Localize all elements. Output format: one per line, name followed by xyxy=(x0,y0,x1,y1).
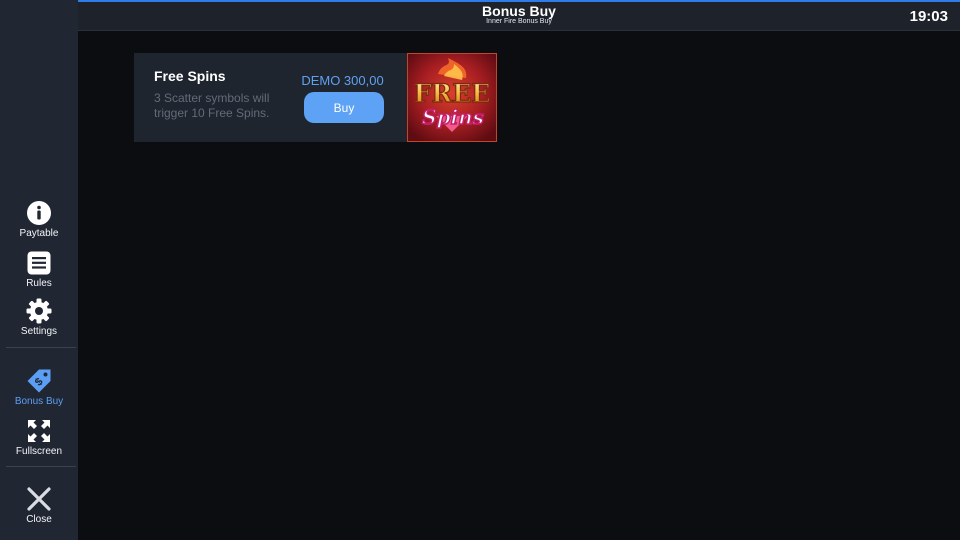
fullscreen-icon xyxy=(26,418,52,444)
header-bar: Bonus Buy Inner Fire Bonus Buy 19:03 xyxy=(78,2,960,31)
close-icon xyxy=(26,486,52,512)
page-title: Bonus Buy xyxy=(482,3,556,19)
clock: 19:03 xyxy=(909,8,948,25)
list-icon xyxy=(26,250,52,276)
bonus-offer-card: Free Spins 3 Scatter symbols will trigge… xyxy=(134,53,497,142)
sidebar-item-paytable[interactable]: Paytable xyxy=(0,200,78,239)
sidebar-divider xyxy=(6,347,76,348)
sidebar-item-settings[interactable]: Settings xyxy=(0,298,78,337)
sidebar: Paytable Rules Settings $ Bonus Buy Full… xyxy=(0,0,78,540)
sidebar-item-close[interactable]: Close xyxy=(0,486,78,525)
offer-title: Free Spins xyxy=(154,68,226,84)
sidebar-divider xyxy=(6,466,76,467)
sidebar-item-bonus-buy[interactable]: $ Bonus Buy xyxy=(0,368,78,407)
info-icon xyxy=(26,200,52,226)
sidebar-item-fullscreen[interactable]: Fullscreen xyxy=(0,418,78,457)
sidebar-item-label: Rules xyxy=(26,278,52,289)
offer-description: 3 Scatter symbols will trigger 10 Free S… xyxy=(154,91,270,120)
page-subtitle: Inner Fire Bonus Buy xyxy=(486,18,552,25)
free-spins-image[interactable]: FREE Spins xyxy=(407,53,497,142)
buy-button[interactable]: Buy xyxy=(304,92,384,123)
price-tag-icon: $ xyxy=(26,368,52,394)
sidebar-item-label: Close xyxy=(26,514,52,525)
sidebar-item-label: Bonus Buy xyxy=(14,396,64,407)
sidebar-item-label: Settings xyxy=(20,326,58,337)
offer-price: DEMO 300,00 xyxy=(301,73,384,88)
image-text-top: FREE xyxy=(414,79,491,108)
gear-icon xyxy=(26,298,52,324)
image-text-bottom: Spins xyxy=(422,105,484,129)
sidebar-item-label: Fullscreen xyxy=(15,446,63,457)
sidebar-item-label: Paytable xyxy=(19,228,59,239)
sidebar-item-rules[interactable]: Rules xyxy=(0,250,78,289)
